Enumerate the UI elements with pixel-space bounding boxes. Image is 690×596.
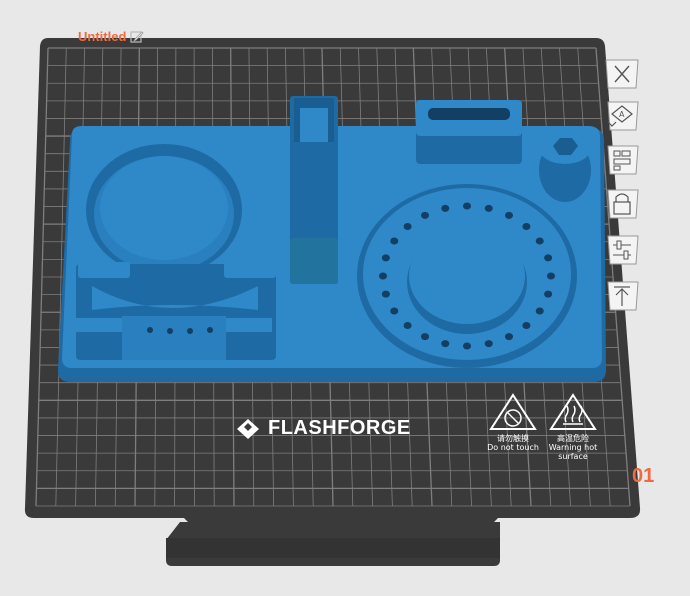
ring-hole [505, 333, 513, 341]
ring-hole [379, 272, 387, 280]
ring-hole [547, 272, 555, 280]
ring-hole [421, 333, 429, 341]
ring-hole [390, 307, 399, 315]
move-plate-up-button[interactable] [604, 280, 640, 312]
brand-logo: FLASHFORGE [236, 417, 411, 440]
ring-hole [463, 342, 471, 350]
ring-hole [403, 223, 412, 231]
warning-hot-surface: 高温危险 Warning hot surface [538, 392, 608, 461]
ring-hole [403, 321, 412, 329]
build-plate-scene[interactable] [0, 0, 690, 596]
ring-hole [535, 237, 544, 245]
ring-hole [390, 237, 399, 245]
warning-en-2: Warning hot [548, 443, 598, 452]
flashforge-logo-icon [236, 418, 260, 440]
warning-en-2b: surface [558, 452, 588, 461]
ring-hole [484, 340, 493, 348]
ring-hole [505, 211, 513, 219]
lock-plate-button[interactable] [604, 188, 640, 220]
auto-arrange-button[interactable]: A [604, 100, 640, 132]
plate-number: 01 [632, 465, 655, 487]
ring-hole [381, 254, 390, 262]
ring-hole [522, 321, 531, 329]
project-title[interactable]: Untitled [78, 29, 126, 44]
ring-hole [441, 204, 450, 212]
auto-arrange-icon: A [607, 101, 639, 131]
lock-plate-icon [607, 189, 639, 219]
ring-hole [535, 307, 544, 315]
project-title-row[interactable]: Untitled [78, 29, 144, 44]
move-plate-up-icon [607, 281, 639, 311]
brand-name: FLASHFORGE [268, 417, 411, 439]
delete-plate-icon [605, 59, 639, 89]
svg-text:A: A [619, 110, 625, 119]
ring-hole [522, 223, 531, 231]
edit-icon[interactable] [130, 30, 144, 44]
ring-hole [544, 290, 553, 298]
plate-settings-icon [607, 145, 639, 175]
plate-parameters-icon [607, 235, 639, 265]
ring-hole [463, 202, 471, 210]
ring-hole [441, 340, 450, 348]
model-object[interactable] [58, 96, 606, 382]
ring-hole [381, 290, 390, 298]
ring-hole [484, 204, 493, 212]
plate-settings-button[interactable] [604, 144, 640, 176]
warning-cn-2: 高温危险 [557, 434, 589, 443]
plate-parameters-button[interactable] [604, 234, 640, 266]
ring-hole [421, 211, 429, 219]
delete-plate-button[interactable] [604, 58, 640, 90]
ring-hole [544, 254, 553, 262]
hot-surface-icon [549, 393, 597, 430]
plate-handle-edge [166, 538, 500, 558]
